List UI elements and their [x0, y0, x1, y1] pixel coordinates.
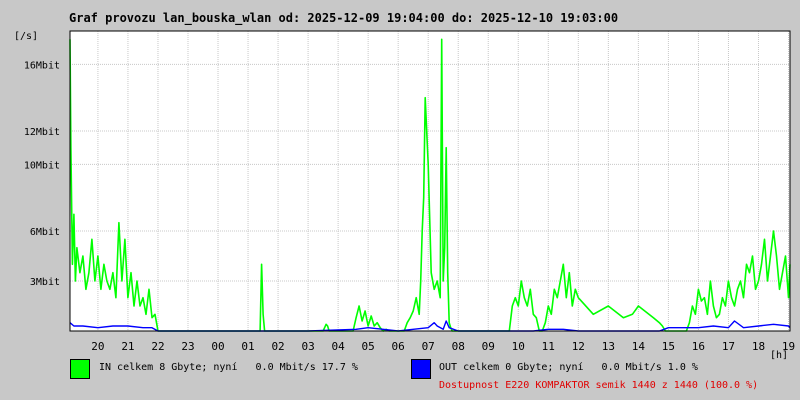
availability-note: Dostupnost E220 KOMPAKTOR semik 1440 z 1…	[439, 380, 759, 391]
x-tick-label: 15	[662, 340, 675, 353]
x-tick-label: 04	[331, 340, 345, 353]
legend-in-swatch	[70, 359, 90, 379]
x-tick-label: 11	[542, 340, 555, 353]
y-tick-label: 3Mbit	[30, 277, 60, 288]
plot-area	[70, 31, 790, 331]
x-tick-label: 22	[151, 340, 164, 353]
x-tick-label: 08	[452, 340, 465, 353]
x-tick-label: 21	[121, 340, 134, 353]
x-tick-label: 12	[572, 340, 585, 353]
x-tick-label: 10	[512, 340, 525, 353]
y-tick-label: 10Mbit	[24, 160, 60, 171]
y-tick-label: 12Mbit	[24, 127, 60, 138]
y-tick-label: 16Mbit	[24, 60, 60, 71]
legend-in-label: IN celkem 8 Gbyte; nyní 0.0 Mbit/s 17.7 …	[99, 362, 358, 373]
x-tick-label: 23	[181, 340, 194, 353]
x-tick-label: 20	[91, 340, 104, 353]
x-axis-unit-label: [h]	[770, 350, 789, 361]
y-tick-label: 6Mbit	[30, 227, 60, 238]
x-tick-label: 06	[392, 340, 405, 353]
x-tick-label: 17	[722, 340, 735, 353]
x-tick-label: 02	[271, 340, 284, 353]
x-tick-label: 18	[752, 340, 765, 353]
legend-out-label: OUT celkem 0 Gbyte; nyní 0.0 Mbit/s 1.0 …	[439, 362, 698, 373]
x-tick-label: 07	[422, 340, 435, 353]
x-tick-label: 16	[692, 340, 705, 353]
traffic-chart: 20 21 22 23 00 01 02 03 04 05 06 07 08 09 10 11 12 13 14 15…	[24, 30, 795, 353]
x-tick-label: 03	[301, 340, 314, 353]
x-tick-label: 05	[362, 340, 375, 353]
legend-out-swatch	[411, 359, 431, 379]
x-tick-label: 01	[241, 340, 254, 353]
x-tick-label: 14	[632, 340, 646, 353]
x-tick-label: 09	[482, 340, 495, 353]
x-tick-label: 13	[602, 340, 615, 353]
x-tick-label: 00	[211, 340, 224, 353]
